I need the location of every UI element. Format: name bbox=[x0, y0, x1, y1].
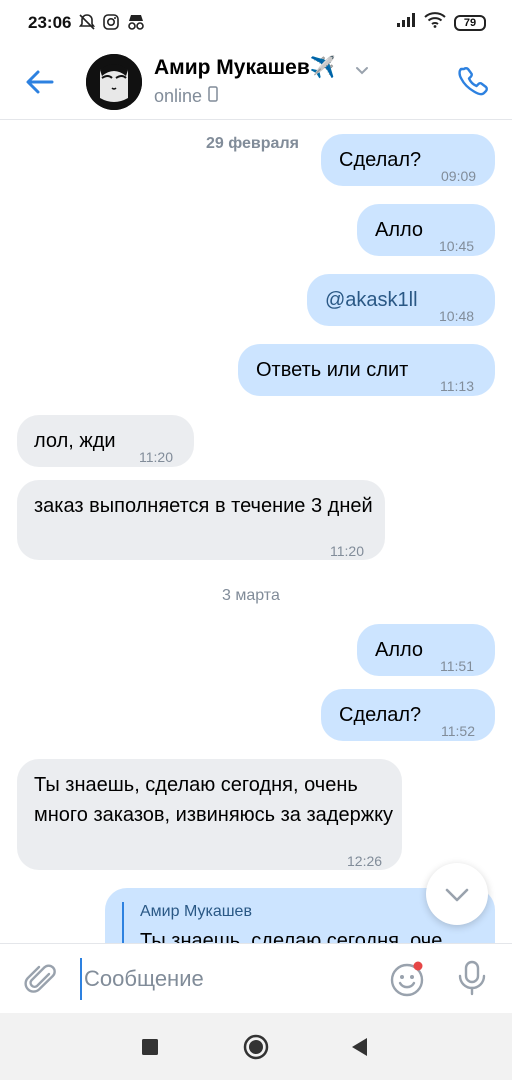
message-bubble-outgoing[interactable]: @akask1ll 10:48 bbox=[307, 274, 495, 326]
message-text: Ответь или слит bbox=[256, 359, 409, 381]
message-bubble-outgoing[interactable]: Алло 10:45 bbox=[357, 204, 495, 256]
message-time: 11:13 bbox=[440, 378, 474, 394]
home-circle-icon[interactable] bbox=[242, 1033, 270, 1061]
message-bubble-incoming[interactable]: лол, жди 11:20 bbox=[17, 415, 194, 467]
signal-icon bbox=[396, 12, 416, 33]
message-time: 11:20 bbox=[139, 449, 173, 465]
message-text: Алло bbox=[375, 219, 424, 241]
microphone-icon[interactable] bbox=[452, 958, 492, 998]
recents-square-icon[interactable] bbox=[136, 1033, 164, 1061]
airplane-emoji: ✈️ bbox=[309, 56, 336, 79]
phone-call-icon[interactable] bbox=[454, 62, 494, 102]
date-separator: 3 марта bbox=[222, 587, 280, 604]
incognito-icon bbox=[126, 13, 146, 36]
message-bubble-outgoing[interactable]: Сделал? 11:52 bbox=[321, 689, 495, 741]
mention-link[interactable]: @akask1ll bbox=[325, 285, 418, 315]
message-bubble-outgoing[interactable]: Ответь или слит 11:13 bbox=[238, 344, 495, 396]
message-time: 10:48 bbox=[439, 308, 475, 324]
mobile-device-icon bbox=[208, 86, 218, 107]
message-time: 11:51 bbox=[440, 658, 474, 674]
reply-quote-text: Ты знаешь, сделаю сегодня, оче bbox=[140, 930, 443, 943]
message-composer bbox=[0, 943, 512, 1013]
message-text: лол, жди bbox=[34, 430, 116, 452]
emoji-sticker-icon[interactable] bbox=[388, 960, 426, 998]
back-arrow-icon[interactable] bbox=[20, 62, 60, 102]
instagram-icon bbox=[102, 13, 120, 36]
message-bubble-outgoing[interactable]: Сделал? 09:09 bbox=[321, 134, 495, 186]
contact-name[interactable]: Амир Мукашев✈️ bbox=[154, 56, 336, 80]
avatar[interactable] bbox=[86, 54, 142, 110]
message-input[interactable] bbox=[80, 958, 370, 1000]
message-bubble-outgoing[interactable]: Алло 11:51 bbox=[357, 624, 495, 676]
reply-author: Амир Мукашев bbox=[140, 903, 252, 920]
message-text: Ты знаешь, сделаю сегодня, очень много з… bbox=[34, 774, 394, 826]
chat-header: Амир Мукашев✈️ online bbox=[0, 48, 512, 120]
message-time: 10:45 bbox=[439, 238, 475, 254]
contact-status: online bbox=[154, 86, 218, 107]
mute-bell-icon bbox=[78, 13, 96, 36]
back-triangle-icon[interactable] bbox=[346, 1033, 374, 1061]
scroll-to-bottom-button[interactable] bbox=[426, 863, 488, 925]
message-list[interactable]: 29 февраля Сделал? 09:09 Алло 10:45 @aka… bbox=[0, 121, 512, 943]
message-text: заказ выполняется в течение 3 дней bbox=[34, 495, 373, 517]
status-time: 23:06 bbox=[28, 13, 72, 32]
system-navigation-bar bbox=[0, 1013, 512, 1080]
message-text: Сделал? bbox=[339, 149, 422, 171]
message-time: 11:20 bbox=[330, 543, 364, 559]
battery-indicator: 79 bbox=[454, 14, 486, 31]
message-bubble-incoming[interactable]: заказ выполняется в течение 3 дней 11:20 bbox=[17, 480, 385, 560]
date-separator: 29 февраля bbox=[206, 135, 299, 152]
message-time: 11:52 bbox=[441, 723, 475, 739]
wifi-icon bbox=[424, 12, 446, 33]
paperclip-icon[interactable] bbox=[22, 960, 60, 998]
online-status-text: online bbox=[154, 86, 203, 106]
notification-icons bbox=[78, 13, 146, 36]
status-bar: 23:06 79 bbox=[0, 0, 512, 48]
message-text: Сделал? bbox=[339, 704, 422, 726]
chevron-down-icon[interactable] bbox=[354, 62, 370, 83]
reply-quote-bar bbox=[122, 902, 124, 943]
message-text: Алло bbox=[375, 639, 424, 661]
message-bubble-incoming[interactable]: Ты знаешь, сделаю сегодня, очень много з… bbox=[17, 759, 402, 870]
system-icons: 79 bbox=[396, 12, 486, 33]
message-time: 12:26 bbox=[347, 853, 383, 869]
message-time: 09:09 bbox=[441, 168, 477, 184]
